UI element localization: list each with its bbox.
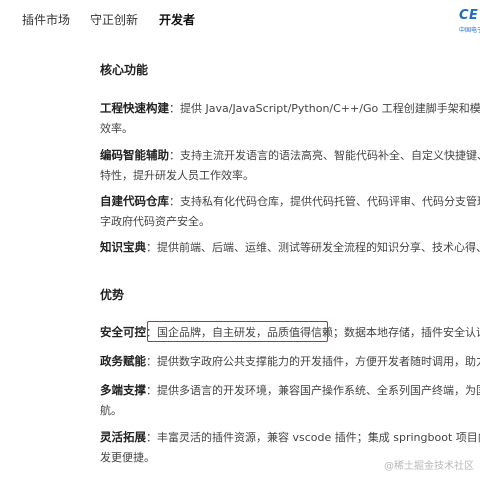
section-heading-advantages: 优势 <box>100 288 125 302</box>
nav-item-plugin-market[interactable]: 插件市场 <box>22 12 70 28</box>
nav-item-innovation[interactable]: 守正创新 <box>90 12 138 28</box>
feature-item: 编码智能辅助：支持主流开发语言的语法高亮、智能代码补全、自定义快捷键、括 特性，… <box>100 145 480 186</box>
feature-desc: 支持主流开发语言的语法高亮、智能代码补全、自定义快捷键、括 <box>180 149 480 162</box>
feature-separator: ： <box>146 326 157 339</box>
feature-desc-cont: 字政府代码资产安全。 <box>100 215 210 228</box>
feature-separator: ： <box>146 241 157 254</box>
feature-term: 灵活拓展 <box>100 430 146 444</box>
feature-separator: ： <box>169 102 180 115</box>
feature-desc: 提供 Java/JavaScript/Python/C++/Go 工程创建脚手架… <box>180 102 480 115</box>
feature-desc-cont: 特性，提升研发人员工作效率。 <box>100 169 254 182</box>
nav-item-developer[interactable]: 开发者 <box>159 12 195 28</box>
feature-term: 知识宝典 <box>100 240 146 254</box>
feature-term: 安全可控 <box>100 325 146 339</box>
feature-item: 自建代码仓库：支持私有化代码仓库，提供代码托管、代码评审、代码分支管理等 字政府… <box>100 191 480 232</box>
feature-desc: 支持私有化代码仓库，提供代码托管、代码评审、代码分支管理等 <box>180 195 480 208</box>
top-nav: 插件市场 守正创新 开发者 CE 中国电子 <box>0 0 480 40</box>
page: 插件市场 守正创新 开发者 CE 中国电子 核心功能 工程快速构建：提供 Jav… <box>0 0 480 480</box>
feature-desc: 提供多语言的开发环境，兼容国产操作系统、全系列国产终端，为国内 <box>157 384 480 397</box>
feature-desc: ；数据本地存储，插件安全认证， <box>333 326 480 339</box>
feature-separator: ： <box>146 431 157 444</box>
feature-separator: ： <box>146 355 157 368</box>
feature-term: 编码智能辅助 <box>100 148 169 162</box>
feature-desc-cont: 航。 <box>100 404 122 417</box>
feature-item: 多端支撑：提供多语言的开发环境，兼容国产操作系统、全系列国产终端，为国内 航。 <box>100 380 480 421</box>
feature-term: 工程快速构建 <box>100 101 169 115</box>
feature-desc-cont: 效率。 <box>100 122 133 135</box>
brand-logo[interactable]: CE 中国电子 <box>459 8 480 36</box>
logo-subtext: 中国电子 <box>459 27 480 34</box>
feature-desc: 提供数字政府公共支撑能力的开发插件，方便开发者随时调用，助力数 <box>157 355 480 368</box>
feature-separator: ： <box>146 384 157 397</box>
feature-desc: 丰富灵活的插件资源，兼容 vscode 插件；集成 springboot 项目向… <box>157 431 480 444</box>
feature-item: 安全可控：国企品牌，自主研发，品质值得信赖；数据本地存储，插件安全认证， <box>100 322 480 343</box>
highlighted-text: 国企品牌，自主研发，品质值得信赖 <box>157 326 333 339</box>
feature-item: 政务赋能：提供数字政府公共支撑能力的开发插件，方便开发者随时调用，助力数 <box>100 351 480 372</box>
feature-item: 工程快速构建：提供 Java/JavaScript/Python/C++/Go … <box>100 98 480 139</box>
feature-separator: ： <box>169 149 180 162</box>
feature-term: 政务赋能 <box>100 354 146 368</box>
feature-item: 知识宝典：提供前端、后端、运维、测试等研发全流程的知识分享、技术心得、在 <box>100 237 480 258</box>
feature-term: 自建代码仓库 <box>100 194 169 208</box>
feature-term: 多端支撑 <box>100 383 146 397</box>
feature-desc: 提供前端、后端、运维、测试等研发全流程的知识分享、技术心得、在 <box>157 241 480 254</box>
logo-text: CE <box>459 8 479 23</box>
watermark: @稀土掘金技术社区 <box>384 461 474 472</box>
section-heading-core: 核心功能 <box>100 63 149 77</box>
feature-separator: ： <box>169 195 180 208</box>
